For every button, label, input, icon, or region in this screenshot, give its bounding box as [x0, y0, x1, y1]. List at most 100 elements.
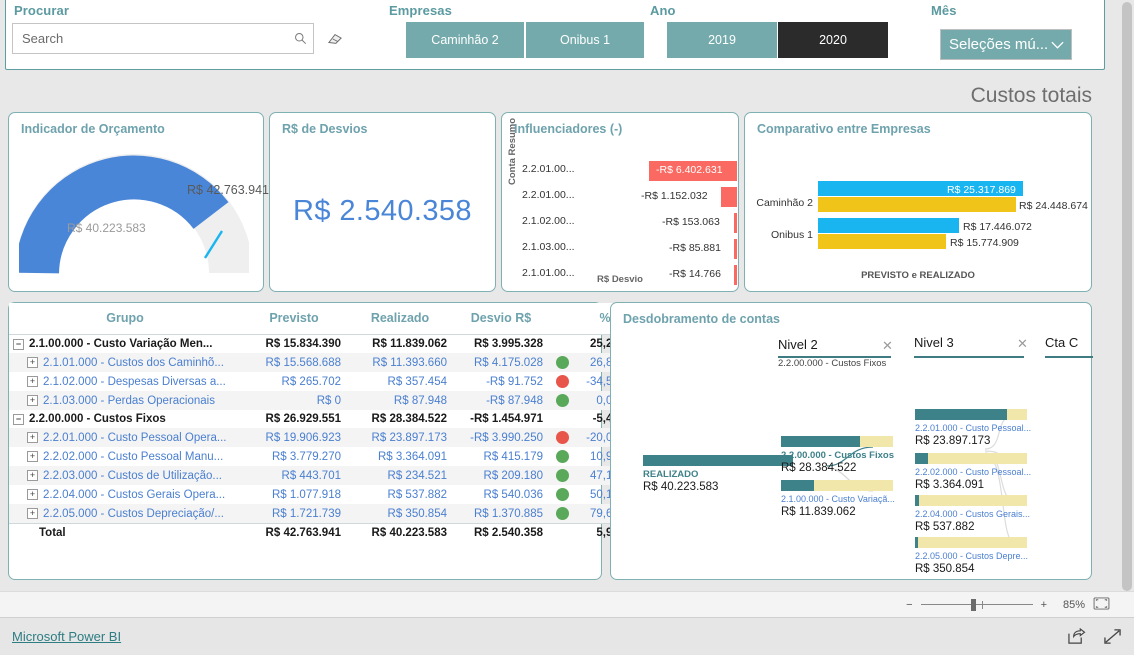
column-header-grupo[interactable]: Grupo [9, 303, 241, 335]
expand-toggle-icon[interactable]: + [27, 376, 38, 388]
chevron-down-icon[interactable] [1050, 38, 1065, 52]
filter-bar: Procurar Empresas Caminhão 2 Onibus 1 An… [5, 0, 1105, 70]
cell-kpi-indicator [549, 466, 575, 486]
fullscreen-icon[interactable] [1103, 628, 1122, 650]
cell-realizado: R$ 40.223.583 [347, 523, 453, 543]
cell-desvio: R$ 3.995.328 [473, 338, 543, 351]
table-row[interactable]: Total R$ 42.763.941 R$ 40.223.583 R$ 2.540.… [9, 523, 635, 543]
slicer-empresa-onibus1[interactable]: Onibus 1 [526, 22, 644, 58]
slicer-empresa-caminhao2[interactable]: Caminhão 2 [406, 22, 524, 58]
card-title-comparativo: Comparativo entre Empresas [757, 122, 931, 136]
footer-bar: Microsoft Power BI [0, 617, 1134, 655]
powerbi-report-page: Procurar Empresas Caminhão 2 Onibus 1 An… [0, 0, 1134, 655]
kpi-value-desvios: R$ 2.540.358 [293, 195, 472, 227]
cell-desvio: -R$ 3.990.250 [453, 428, 549, 448]
influencer-bar-row[interactable]: 2.1.02.00... -R$ 153.063 [502, 212, 740, 234]
tree-node-value: R$ 537.882 [915, 521, 975, 533]
comparative-value-previsto: R$ 25.317.869 [947, 184, 1016, 196]
slicer-mes-dropdown[interactable]: Seleções mú... [940, 29, 1072, 60]
cell-previsto: R$ 1.077.918 [271, 488, 341, 501]
table-row[interactable]: +2.2.01.000 - Custo Pessoal Opera... R$ 1… [9, 428, 635, 448]
cell-desvio: R$ 540.036 [483, 488, 543, 501]
share-icon[interactable] [1067, 627, 1086, 650]
table-row[interactable]: +2.1.02.000 - Despesas Diversas a... R$ 2… [9, 372, 635, 391]
influencer-bar-row[interactable]: 2.2.01.00... -R$ 6.402.631 [502, 160, 740, 182]
cell-desvio: -R$ 91.752 [486, 375, 543, 388]
table-row[interactable]: +2.1.01.000 - Custos dos Caminhõ... R$ 15… [9, 353, 635, 373]
matrix-table-body: −2.1.00.000 - Custo Variação Men... R$ 15… [9, 335, 635, 543]
search-input[interactable] [13, 24, 287, 53]
status-badge [555, 450, 569, 464]
status-badge [555, 507, 569, 521]
zoom-in-button[interactable]: + [1041, 599, 1047, 611]
influencer-bar-row[interactable]: 2.1.03.00... -R$ 85.881 [502, 238, 740, 260]
zoom-slider-thumb[interactable] [970, 599, 976, 611]
expand-toggle-icon[interactable]: + [27, 470, 38, 482]
column-header-kpi [549, 303, 575, 335]
table-row[interactable]: −2.2.00.000 - Custos Fixos R$ 26.929.551 R… [9, 410, 635, 428]
slicer-ano-2020[interactable]: 2020 [778, 22, 888, 58]
influencer-bar[interactable] [721, 187, 737, 207]
cell-kpi-indicator [549, 523, 575, 543]
cell-kpi-indicator [549, 353, 575, 373]
column-header-previsto[interactable]: Previsto [241, 303, 347, 335]
column-header-realizado[interactable]: Realizado [347, 303, 453, 335]
powerbi-brand-link[interactable]: Microsoft Power BI [12, 629, 121, 644]
comparative-value-realizado: R$ 24.448.674 [1019, 200, 1088, 212]
column-header-desvio[interactable]: Desvio R$ [453, 303, 549, 335]
scrollbar-thumb[interactable] [1122, 2, 1132, 591]
card-title-indicador-orcamento: Indicador de Orçamento [21, 122, 165, 136]
cell-desvio: R$ 4.175.028 [453, 353, 549, 373]
search-box[interactable] [12, 23, 314, 54]
status-badge [555, 431, 569, 445]
table-header-row: Grupo Previsto Realizado Desvio R$ % [9, 303, 635, 335]
table-row[interactable]: −2.1.00.000 - Custo Variação Men... R$ 15… [9, 335, 635, 354]
matrix-table: Grupo Previsto Realizado Desvio R$ % −2.… [9, 303, 635, 543]
cell-kpi-indicator [549, 410, 575, 428]
row-label: Total [39, 527, 66, 540]
cell-realizado: R$ 3.364.091 [377, 450, 447, 463]
cell-previsto: R$ 15.568.688 [241, 353, 347, 373]
tree-node-bar-fill [915, 495, 919, 506]
cell-grupo: +2.2.01.000 - Custo Pessoal Opera... [9, 428, 241, 448]
table-row[interactable]: +2.2.03.000 - Custos de Utilização... R$ … [9, 466, 635, 486]
expand-toggle-icon[interactable]: + [27, 395, 38, 407]
collapse-toggle-icon[interactable]: − [13, 338, 24, 350]
expand-toggle-icon[interactable]: + [27, 508, 38, 520]
eraser-icon[interactable] [324, 30, 346, 48]
table-row[interactable]: +2.2.05.000 - Custos Depreciação/... R$ 1… [9, 504, 635, 524]
cell-realizado: R$ 28.384.522 [371, 413, 447, 426]
row-label: 2.2.02.000 - Custo Pessoal Manu... [43, 450, 224, 463]
card-influenciadores: Influenciadores (-) Conta Resumo 2.2.01.… [501, 112, 739, 292]
collapse-toggle-icon[interactable]: − [13, 413, 24, 425]
comparative-bar-previsto[interactable] [818, 218, 959, 233]
status-bar: − + 85% [0, 591, 1134, 617]
influencer-bar[interactable] [734, 213, 737, 233]
zoom-out-button[interactable]: − [906, 599, 912, 611]
fit-to-page-icon[interactable] [1093, 597, 1110, 613]
cell-kpi-indicator [549, 447, 575, 466]
cell-realizado: R$ 234.521 [347, 466, 453, 486]
table-row[interactable]: +2.2.04.000 - Custos Gerais Opera... R$ 1… [9, 485, 635, 504]
tree-node-label: 2.1.00.000 - Custo Variaçã... [781, 494, 895, 504]
influencer-value: -R$ 1.152.032 [641, 190, 708, 202]
vertical-scrollbar[interactable] [1120, 0, 1134, 593]
tree-node-label: 2.2.01.000 - Custo Pessoal... [915, 423, 1032, 433]
status-badge [555, 488, 569, 502]
influencer-category: 2.1.03.00... [522, 241, 575, 253]
expand-toggle-icon[interactable]: + [27, 489, 38, 501]
zoom-slider[interactable] [920, 599, 1033, 611]
table-row[interactable]: +2.1.03.000 - Perdas Operacionais R$ 0 R$ … [9, 391, 635, 411]
comparative-bar-realizado[interactable] [818, 234, 946, 249]
search-icon[interactable] [287, 32, 313, 45]
table-row[interactable]: +2.2.02.000 - Custo Pessoal Manu... R$ 3.… [9, 447, 635, 466]
comparative-bar-realizado[interactable] [818, 197, 1016, 212]
influencer-bar[interactable] [734, 239, 737, 259]
expand-toggle-icon[interactable]: + [27, 432, 38, 444]
expand-toggle-icon[interactable]: + [27, 357, 38, 369]
cell-realizado: R$ 537.882 [387, 488, 447, 501]
row-label: 2.2.01.000 - Custo Pessoal Opera... [43, 431, 227, 444]
slicer-ano-2019[interactable]: 2019 [667, 22, 777, 58]
influencer-bar-row[interactable]: 2.2.01.00... -R$ 1.152.032 [502, 186, 740, 208]
expand-toggle-icon[interactable]: + [27, 451, 38, 463]
